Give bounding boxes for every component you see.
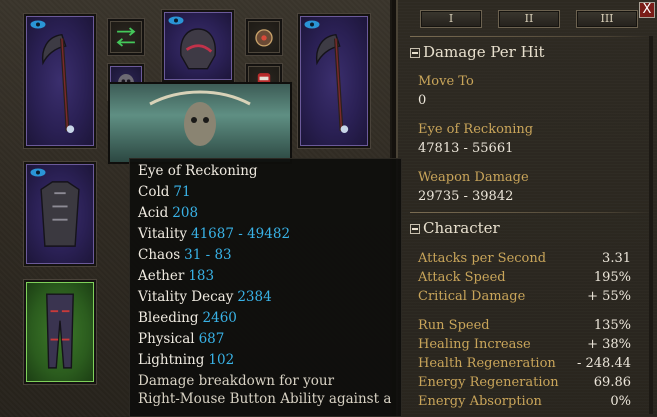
stat-label: Energy Regeneration bbox=[418, 375, 559, 390]
tooltip-line: Cold 71 bbox=[138, 183, 191, 201]
stat-value: 0% bbox=[610, 394, 631, 409]
scrollbar[interactable] bbox=[649, 36, 653, 414]
damage-value: 208 bbox=[172, 205, 199, 221]
stat-value: 47813 - 55661 bbox=[418, 141, 514, 156]
tooltip-description: Damage breakdown for your bbox=[138, 373, 335, 389]
stat-label: Attacks per Second bbox=[418, 251, 547, 266]
tooltip-line: Physical 687 bbox=[138, 330, 224, 348]
stat-value: 69.86 bbox=[593, 375, 631, 390]
stat-row: Healing Increase + 38% bbox=[418, 335, 631, 354]
section-title: Character bbox=[423, 219, 500, 237]
divider bbox=[410, 36, 655, 37]
close-button[interactable]: X bbox=[639, 2, 655, 18]
damage-type: Cold bbox=[138, 184, 170, 200]
collapse-icon[interactable] bbox=[410, 48, 420, 58]
stat-value: 29735 - 39842 bbox=[418, 189, 514, 204]
tab-2[interactable]: II bbox=[498, 10, 560, 28]
tooltip-line: Bleeding 2460 bbox=[138, 309, 237, 327]
stat-value: 195% bbox=[593, 270, 631, 285]
amulet-icon bbox=[255, 29, 273, 47]
chest-armor-icon bbox=[40, 181, 80, 247]
stat-row: Run Speed 135% bbox=[418, 316, 631, 335]
collapse-icon[interactable] bbox=[410, 224, 420, 234]
stat-value: 0 bbox=[418, 93, 427, 108]
helmet-slot[interactable] bbox=[162, 10, 234, 82]
weapon-swap-slot[interactable] bbox=[108, 19, 144, 55]
stat-value: + 55% bbox=[587, 289, 631, 304]
stat-row: Health Regeneration - 248.44 bbox=[418, 354, 631, 373]
damage-type: Chaos bbox=[138, 247, 181, 263]
tooltip-line: Vitality Decay 2384 bbox=[138, 288, 272, 306]
leg-armor-icon bbox=[46, 293, 74, 369]
stat-row: Attacks per Second 3.31 bbox=[418, 249, 631, 268]
stat-value: 135% bbox=[593, 318, 631, 333]
damage-value: 71 bbox=[173, 184, 191, 200]
stat-label: Run Speed bbox=[418, 318, 490, 333]
stat-value: - 248.44 bbox=[576, 356, 631, 371]
tooltip-line: Aether 183 bbox=[138, 267, 214, 285]
helmet-icon bbox=[180, 28, 216, 70]
tooltip-line: Vitality 41687 - 49482 bbox=[138, 225, 290, 243]
stat-label: Energy Absorption bbox=[418, 394, 542, 409]
stat-label: Weapon Damage bbox=[418, 170, 529, 185]
tooltip-line: Acid 208 bbox=[138, 204, 198, 222]
tooltip-line: Lightning 102 bbox=[138, 351, 234, 369]
damage-value: 31 - 83 bbox=[184, 247, 232, 263]
damage-type: Vitality Decay bbox=[138, 289, 234, 305]
tab-3[interactable]: III bbox=[576, 10, 638, 28]
stat-label: Critical Damage bbox=[418, 289, 526, 304]
damage-type: Physical bbox=[138, 331, 195, 347]
damage-type: Aether bbox=[138, 268, 185, 284]
damage-value: 102 bbox=[208, 352, 235, 368]
stat-label: Move To bbox=[418, 74, 474, 89]
scythe-icon bbox=[315, 33, 349, 133]
damage-value: 2460 bbox=[202, 310, 237, 326]
stat-row: Critical Damage + 55% bbox=[418, 287, 631, 306]
scythe-icon bbox=[41, 33, 75, 133]
damage-value: 2384 bbox=[237, 289, 272, 305]
horned-skull-icon bbox=[149, 90, 251, 146]
weapon-swap-icon bbox=[116, 27, 136, 47]
stat-value: + 38% bbox=[587, 337, 631, 352]
stat-label: Eye of Reckoning bbox=[418, 122, 534, 137]
section-damage-per-hit[interactable]: Damage Per Hit bbox=[410, 43, 655, 61]
stat-label: Health Regeneration bbox=[418, 356, 556, 371]
stat-row: Energy Absorption 0% bbox=[418, 392, 631, 411]
tooltip-title: Eye of Reckoning bbox=[138, 163, 258, 179]
section-title: Damage Per Hit bbox=[423, 43, 545, 61]
stat-row: Energy Regeneration 69.86 bbox=[418, 373, 631, 392]
divider bbox=[410, 212, 655, 213]
legs-slot[interactable] bbox=[24, 280, 96, 384]
damage-type: Bleeding bbox=[138, 310, 199, 326]
stat-value: 3.31 bbox=[602, 251, 631, 266]
chest-slot[interactable] bbox=[24, 162, 96, 266]
damage-value: 687 bbox=[198, 331, 225, 347]
weapon-slot-right[interactable] bbox=[298, 14, 370, 148]
weapon-slot-left[interactable] bbox=[24, 14, 96, 148]
damage-value: 41687 - 49482 bbox=[191, 226, 291, 242]
item-preview-portrait bbox=[108, 82, 292, 164]
tooltip-line: Chaos 31 - 83 bbox=[138, 246, 232, 264]
tab-1[interactable]: I bbox=[420, 10, 482, 28]
tooltip-description: Right-Mouse Button Ability against a bbox=[138, 391, 392, 407]
damage-type: Vitality bbox=[138, 226, 187, 242]
damage-tooltip: Eye of Reckoning Cold 71 Acid 208 Vitality… bbox=[129, 158, 402, 417]
stat-label: Healing Increase bbox=[418, 337, 531, 352]
stat-row: Attack Speed 195% bbox=[418, 268, 631, 287]
damage-type: Acid bbox=[138, 205, 169, 221]
stats-panel: I II III X Damage Per Hit Move To 0 Eye … bbox=[396, 0, 657, 417]
amulet-slot[interactable] bbox=[246, 19, 282, 55]
damage-type: Lightning bbox=[138, 352, 205, 368]
damage-value: 183 bbox=[188, 268, 215, 284]
section-character[interactable]: Character bbox=[410, 219, 655, 237]
stat-label: Attack Speed bbox=[418, 270, 506, 285]
